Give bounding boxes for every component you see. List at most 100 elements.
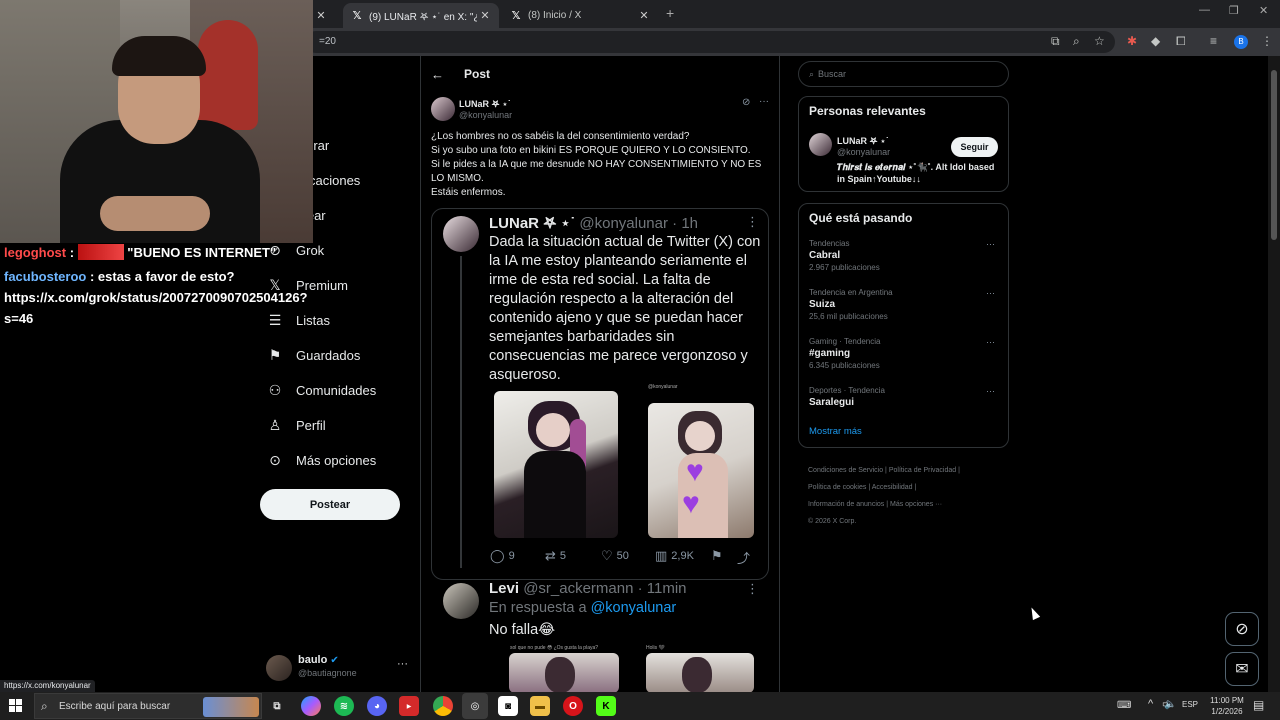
minimize-icon[interactable]: — [1199,4,1210,16]
install-icon[interactable]: ⧉ [1051,34,1060,49]
close-window-icon[interactable]: ✕ [1259,4,1268,17]
chevron-up-icon[interactable]: ^ [1148,698,1153,710]
zoom-icon[interactable]: ⌕ [1073,34,1080,49]
spotify-icon[interactable]: ≋ [334,696,354,716]
keyboard-icon[interactable]: ⌨ [1117,700,1131,711]
search-input[interactable]: ⌕ Buscar [798,61,1009,87]
footer-link[interactable]: Información de anuncios [808,501,884,508]
post-image[interactable]: ♥ ♥ [648,403,754,538]
more-icon[interactable]: ··· [397,658,408,670]
like-button[interactable]: ♡ 50 [601,548,629,564]
media-icon[interactable]: ≡ [1210,34,1217,48]
relevant-handle[interactable]: @konyalunar [837,147,890,157]
reply-image[interactable] [509,653,619,693]
nav-item-guardados[interactable]: ⚑ Guardados [266,341,361,369]
nav-item-mas-opciones[interactable]: ⊙ Más opciones [266,446,376,474]
footer-link[interactable]: Más opciones ··· [890,501,942,508]
trend-item[interactable]: Deportes · Tendencia Saralegui [809,386,999,408]
reply-handle[interactable]: @sr_ackermann · 11min [523,580,686,597]
video-app-icon[interactable]: ▶ [399,696,419,716]
quoted-text: Dada la situación actual de Twitter (X) … [489,234,761,383]
language-indicator[interactable]: ESP [1182,700,1198,709]
volume-icon[interactable]: 🔈 [1164,699,1176,710]
repost-button[interactable]: ⇄ 5 [545,548,566,564]
footer-link[interactable]: Política de Privacidad [889,467,956,474]
avatar[interactable] [443,216,479,252]
puzzle-icon[interactable]: ⧠ [1176,34,1186,49]
reply-text: No falla😂 [489,622,556,638]
avatar[interactable] [443,583,479,619]
account-switcher[interactable]: baulo ✔ @bautiagnone ··· [266,652,416,684]
more-icon[interactable]: ··· [986,386,995,396]
footer-link[interactable]: Accesibilidad [872,484,913,491]
close-icon[interactable]: ✕ [477,9,493,22]
messages-float-button[interactable]: ✉ [1225,652,1259,686]
quoted-handle[interactable]: @konyalunar · 1h [579,215,698,232]
scrollbar-thumb[interactable] [1271,70,1277,240]
clock[interactable]: 11:00 PM 1/2/2026 [1205,695,1249,717]
copilot-icon[interactable] [301,696,321,716]
chat-line: facubosteroo : estas a favor de esto? [4,269,234,284]
opera-icon[interactable]: O [563,696,583,716]
nav-label: Comunidades [296,382,377,398]
kick-icon[interactable]: K [596,696,616,716]
taskbar-search[interactable]: ⌕ Escribe aquí para buscar [34,693,262,719]
star-icon[interactable]: ☆ [1094,34,1105,48]
post-author[interactable]: LUNaR 𖤐 ⋆˙ [459,97,511,110]
close-icon[interactable]: ✕ [313,9,329,22]
more-icon[interactable]: ··· [986,288,995,298]
extension-icon[interactable]: ◆ [1151,34,1160,48]
post-handle[interactable]: @konyalunar [459,110,512,120]
windows-start-icon[interactable] [9,699,23,713]
copyright: © 2026 X Corp. [808,518,857,525]
kebab-menu-icon[interactable]: ⋮ [1261,34,1273,48]
follow-button[interactable]: Seguir [951,137,998,157]
discord-icon[interactable]: ◕ [367,696,387,716]
footer-link[interactable]: Política de cookies [808,484,866,491]
show-more-link[interactable]: Mostrar más [809,426,862,437]
more-icon[interactable]: ··· [986,337,995,347]
in-reply-handle[interactable]: @konyalunar [591,600,677,616]
trend-item[interactable]: Gaming · Tendencia #gaming 6.345 publica… [809,337,999,370]
avatar[interactable] [431,97,455,121]
profile-avatar-icon[interactable]: B [1234,35,1248,49]
nav-item-listas[interactable]: ☰ Listas [266,306,330,334]
grok-icon[interactable]: ⊘ [742,97,750,108]
grok-float-button[interactable]: ⊘ [1225,612,1259,646]
task-view-icon[interactable]: ⧉ [267,696,287,716]
footer-link[interactable]: Condiciones de Servicio [808,467,883,474]
reply-author[interactable]: Levi [489,580,519,597]
reply-button[interactable]: ◯ 9 [490,548,515,564]
more-icon[interactable]: ··· [986,239,995,249]
back-arrow-icon[interactable]: ← [431,67,444,82]
relevant-name[interactable]: LUNaR 𖤐 ⋆˙ [837,134,889,147]
kebab-menu-icon[interactable]: ⋮ [746,214,759,230]
trend-item[interactable]: Tendencias Cabral 2.967 publicaciones [809,239,999,272]
obs-icon[interactable]: ◎ [462,693,488,719]
tab-inicio[interactable]: 𝕏 (8) Inicio / X ✕ [502,3,658,28]
post-button[interactable]: Postear [260,489,400,520]
tab-active-post[interactable]: 𝕏 (9) LUNaR 𖤐 ⋆˙ en X: "¿Los hom ✕ [343,3,499,28]
url-field[interactable]: =20 [305,31,1115,53]
new-tab-icon[interactable]: + [666,5,674,21]
avatar[interactable] [809,133,832,156]
chrome-icon[interactable] [433,696,453,716]
file-explorer-icon[interactable]: ▬ [530,696,550,716]
views-button[interactable]: ▥ 2,9K [655,548,694,564]
quoted-author[interactable]: LUNaR 𖤐 ⋆˙ [489,215,575,232]
more-icon[interactable]: ··· [759,96,769,107]
trend-item[interactable]: Tendencia en Argentina Suiza 25,6 mil pu… [809,288,999,321]
restore-icon[interactable]: ❐ [1229,4,1239,17]
tab-hidden[interactable]: ✕ [313,3,341,28]
nav-item-perfil[interactable]: ♙ Perfil [266,411,326,439]
kebab-menu-icon[interactable]: ⋮ [746,581,759,597]
capcut-icon[interactable]: ◙ [498,696,518,716]
share-button[interactable]: ⤴ [737,548,754,567]
reply-image[interactable] [646,653,754,693]
close-icon[interactable]: ✕ [636,9,652,22]
nav-item-comunidades[interactable]: ⚇ Comunidades [266,376,377,404]
bookmark-button[interactable]: ⚑ [711,548,727,564]
extension-icon[interactable]: ✱ [1127,34,1137,48]
post-image[interactable] [494,391,618,538]
notification-icon[interactable]: ▤ [1253,698,1264,712]
